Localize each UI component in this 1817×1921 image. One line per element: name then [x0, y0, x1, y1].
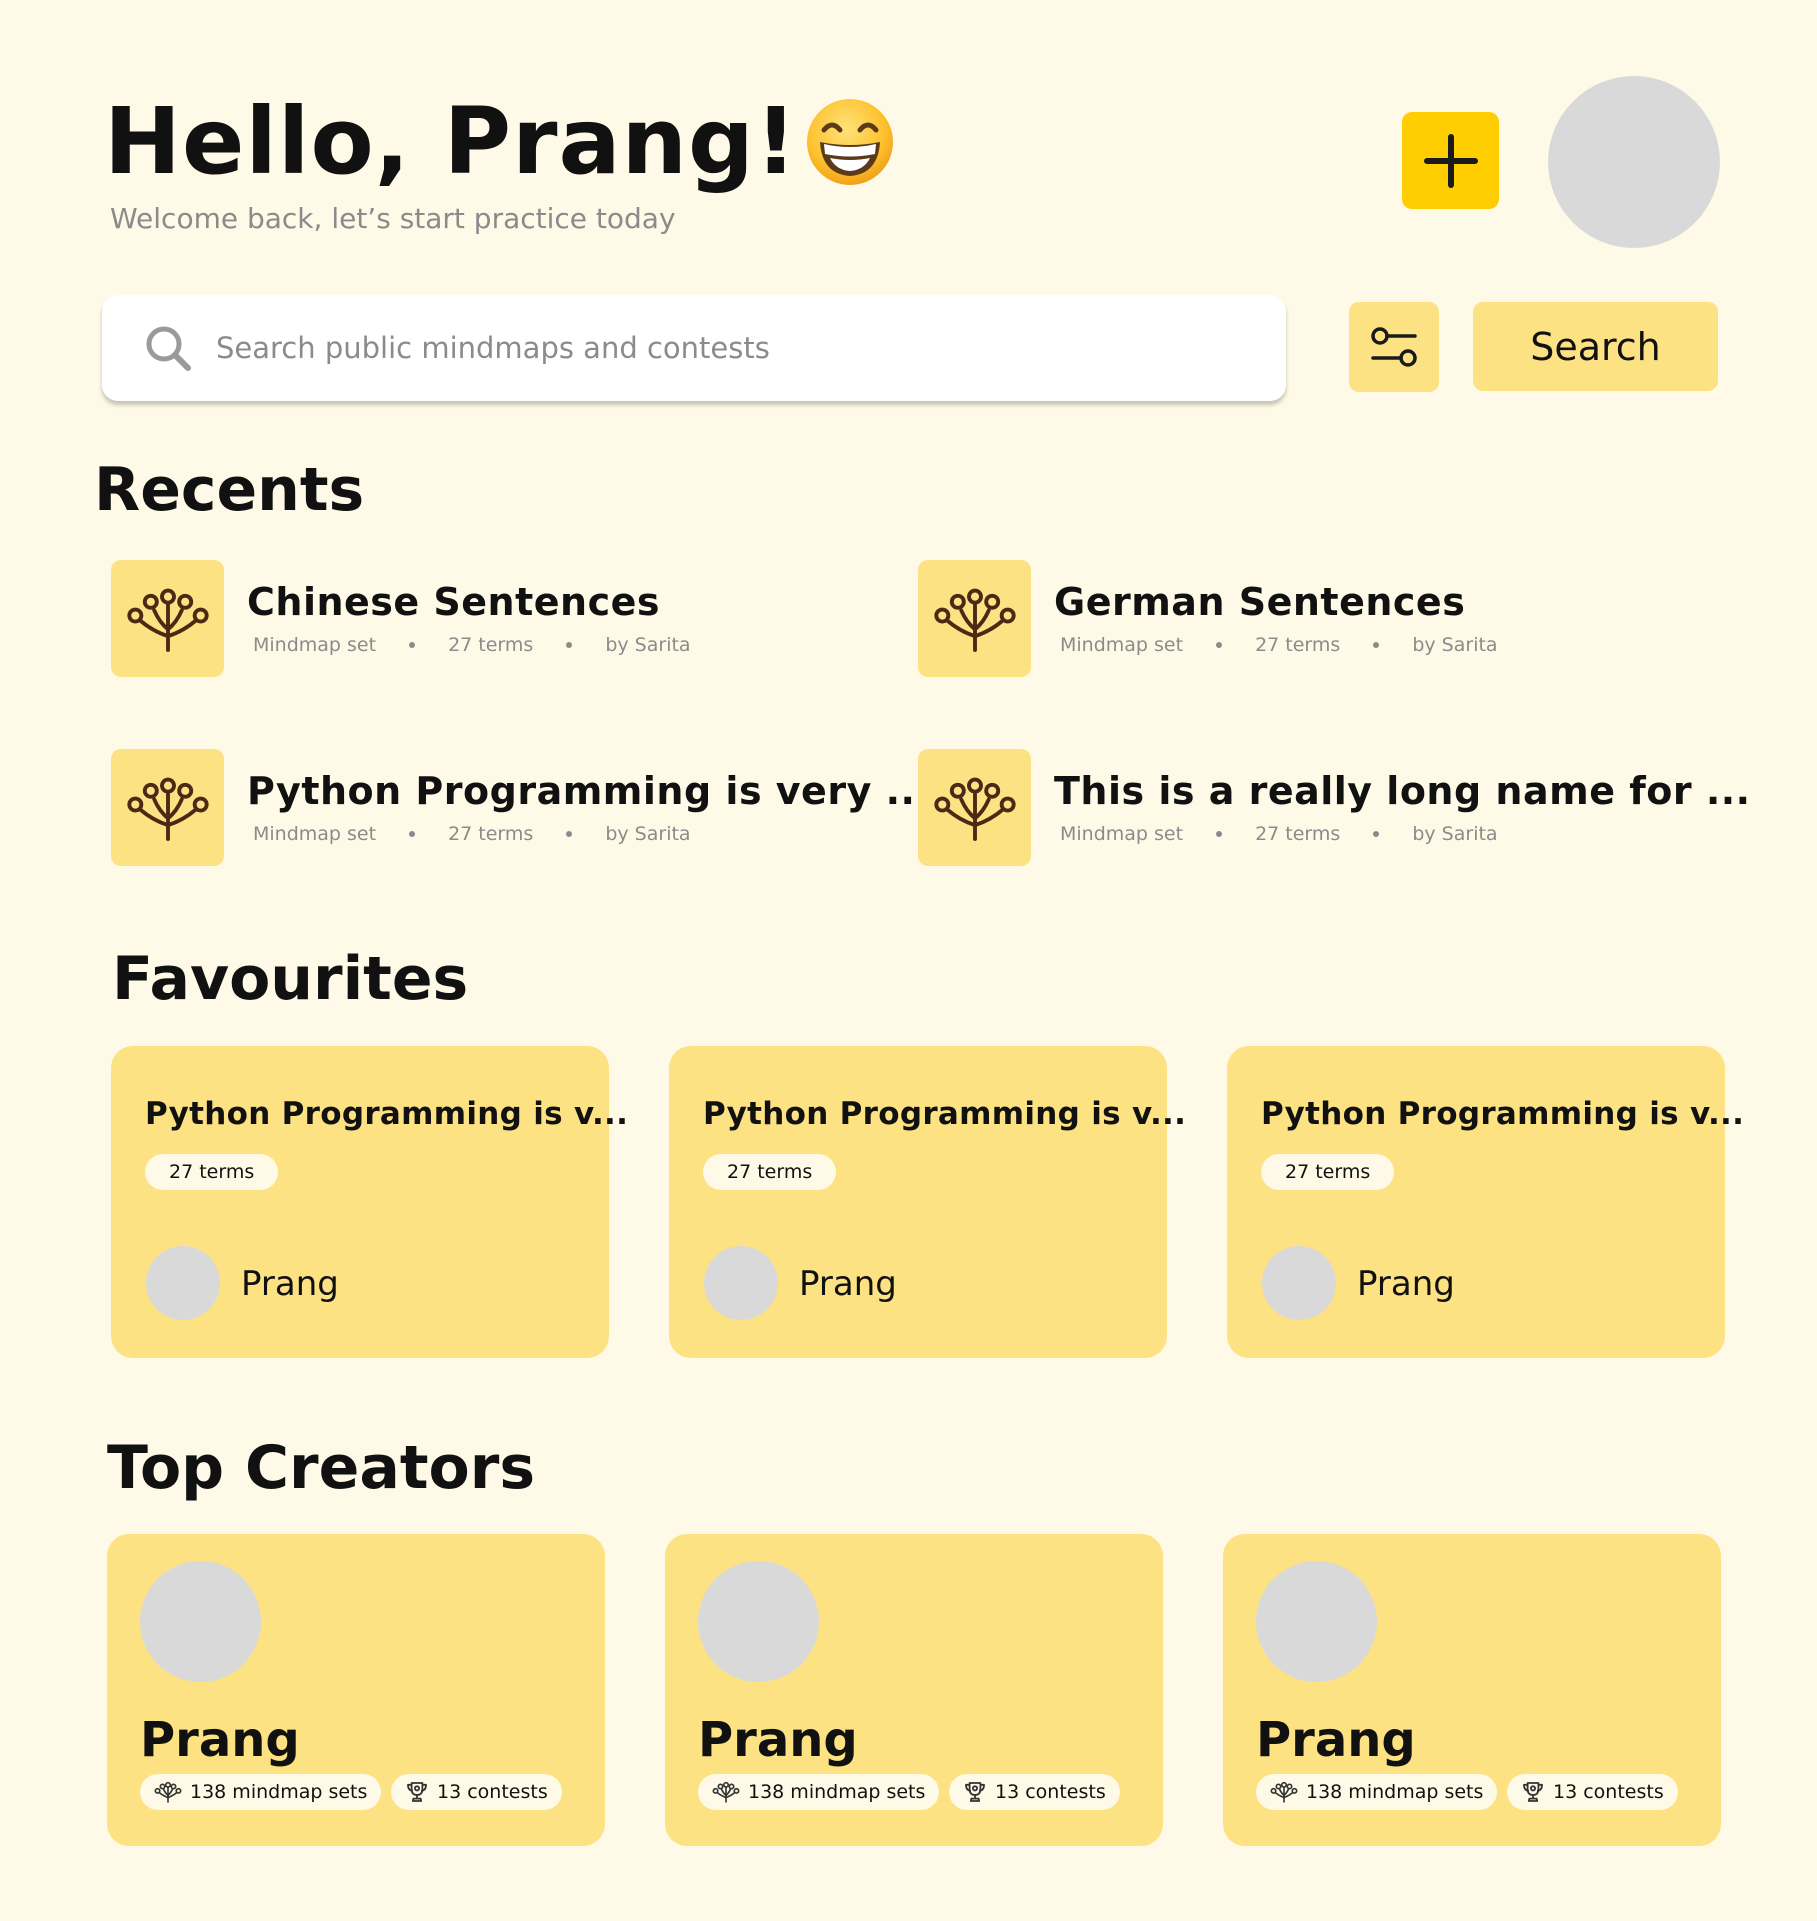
search-button[interactable]: Search: [1473, 302, 1718, 391]
mindmap-tree-icon: [712, 1781, 740, 1803]
terms-badge: 27 terms: [145, 1154, 279, 1190]
mindmap-tree-icon: [154, 1781, 182, 1803]
favourite-card[interactable]: Python Programming is v... 27 terms Pran…: [1227, 1046, 1744, 1358]
creator-name: Prang: [698, 1712, 858, 1768]
recent-item-title: German Sentences: [1054, 580, 1466, 624]
mindmap-tree-icon: [1270, 1781, 1298, 1803]
author-name: Prang: [241, 1264, 339, 1304]
creator-card[interactable]: Prang 138 mindmap sets 13 contests: [107, 1534, 605, 1846]
grinning-face-icon: [804, 96, 896, 188]
filter-button[interactable]: [1349, 302, 1439, 392]
mindmap-tree-icon: [918, 749, 1031, 866]
creator-card[interactable]: Prang 138 mindmap sets 13 contests: [665, 1534, 1163, 1846]
author-avatar: [704, 1246, 778, 1320]
recent-item[interactable]: Python Programming is very ... Mindmap s…: [111, 749, 930, 867]
separator-dot: [1373, 642, 1380, 648]
favourite-card-title: Python Programming is v...: [145, 1096, 629, 1132]
recent-item-meta: Mindmap set 27 terms by Sarita: [1060, 823, 1498, 845]
favourites-heading: Favourites: [112, 944, 469, 1014]
mindmap-tree-icon: [111, 560, 224, 677]
recent-item-title: Python Programming is very ...: [247, 769, 931, 813]
author-avatar: [1262, 1246, 1336, 1320]
recent-item-terms: 27 terms: [448, 634, 534, 656]
mindmap-count: 138 mindmap sets: [748, 1781, 926, 1803]
search-input[interactable]: [216, 331, 1216, 365]
terms-badge: 27 terms: [1261, 1154, 1395, 1190]
favourite-card-title: Python Programming is v...: [1261, 1096, 1745, 1132]
separator-dot: [566, 642, 573, 648]
mindmap-count-badge: 138 mindmap sets: [1256, 1774, 1498, 1810]
mindmap-count-badge: 138 mindmap sets: [698, 1774, 940, 1810]
recent-item-title: Chinese Sentences: [247, 580, 661, 624]
plus-icon: [1423, 133, 1478, 188]
recent-item-type: Mindmap set: [253, 823, 377, 845]
recent-item-meta: Mindmap set 27 terms by Sarita: [253, 634, 691, 656]
mindmap-count: 138 mindmap sets: [190, 1781, 368, 1803]
mindmap-count-badge: 138 mindmap sets: [140, 1774, 382, 1810]
separator-dot: [409, 642, 416, 648]
contest-count: 13 contests: [1553, 1781, 1664, 1803]
contest-count-badge: 13 contests: [1507, 1774, 1678, 1810]
recent-item-meta: Mindmap set 27 terms by Sarita: [1060, 634, 1498, 656]
creator-name: Prang: [140, 1712, 300, 1768]
recent-item-author: by Sarita: [1412, 634, 1498, 656]
favourite-card[interactable]: Python Programming is v... 27 terms Pran…: [111, 1046, 628, 1358]
trophy-icon: [405, 1780, 429, 1804]
recent-item-author: by Sarita: [605, 634, 691, 656]
recents-heading: Recents: [94, 455, 365, 525]
creator-avatar: [698, 1561, 819, 1682]
separator-dot: [409, 831, 416, 837]
filter-sliders-icon: [1371, 327, 1417, 367]
mindmap-count: 138 mindmap sets: [1306, 1781, 1484, 1803]
terms-badge: 27 terms: [703, 1154, 837, 1190]
author-name: Prang: [799, 1264, 897, 1304]
recent-item-author: by Sarita: [605, 823, 691, 845]
add-button[interactable]: [1402, 112, 1499, 209]
creator-card[interactable]: Prang 138 mindmap sets 13 contests: [1223, 1534, 1721, 1846]
recent-item[interactable]: German Sentences Mindmap set 27 terms by…: [918, 560, 1698, 678]
recent-item-terms: 27 terms: [1255, 634, 1341, 656]
search-icon: [146, 326, 191, 371]
recent-item-author: by Sarita: [1412, 823, 1498, 845]
recent-item-title: This is a really long name for ...: [1054, 769, 1751, 813]
creator-name: Prang: [1256, 1712, 1416, 1768]
recent-item-type: Mindmap set: [1060, 823, 1184, 845]
search-bar[interactable]: [102, 295, 1286, 401]
recent-item[interactable]: This is a really long name for ... Mindm…: [918, 749, 1750, 867]
contest-count-badge: 13 contests: [949, 1774, 1120, 1810]
creator-avatar: [140, 1561, 261, 1682]
separator-dot: [1373, 831, 1380, 837]
recent-item-terms: 27 terms: [448, 823, 534, 845]
recent-item-type: Mindmap set: [1060, 634, 1184, 656]
favourite-card-title: Python Programming is v...: [703, 1096, 1187, 1132]
trophy-icon: [963, 1780, 987, 1804]
author-name: Prang: [1357, 1264, 1455, 1304]
creator-avatar: [1256, 1561, 1377, 1682]
author-avatar: [146, 1246, 220, 1320]
contest-count: 13 contests: [995, 1781, 1106, 1803]
contest-count: 13 contests: [437, 1781, 548, 1803]
mindmap-tree-icon: [918, 560, 1031, 677]
separator-dot: [1216, 642, 1223, 648]
welcome-subtitle: Welcome back, let’s start practice today: [110, 202, 676, 235]
greeting-heading: Hello, Prang!: [104, 88, 896, 195]
separator-dot: [566, 831, 573, 837]
contest-count-badge: 13 contests: [391, 1774, 562, 1810]
mindmap-tree-icon: [111, 749, 224, 866]
recent-item-type: Mindmap set: [253, 634, 377, 656]
recent-item[interactable]: Chinese Sentences Mindmap set 27 terms b…: [111, 560, 891, 678]
trophy-icon: [1521, 1780, 1545, 1804]
favourite-card[interactable]: Python Programming is v... 27 terms Pran…: [669, 1046, 1186, 1358]
user-avatar[interactable]: [1548, 76, 1720, 248]
separator-dot: [1216, 831, 1223, 837]
recent-item-terms: 27 terms: [1255, 823, 1341, 845]
greeting-text: Hello, Prang!: [104, 88, 798, 195]
recent-item-meta: Mindmap set 27 terms by Sarita: [253, 823, 691, 845]
top-creators-heading: Top Creators: [107, 1433, 536, 1503]
